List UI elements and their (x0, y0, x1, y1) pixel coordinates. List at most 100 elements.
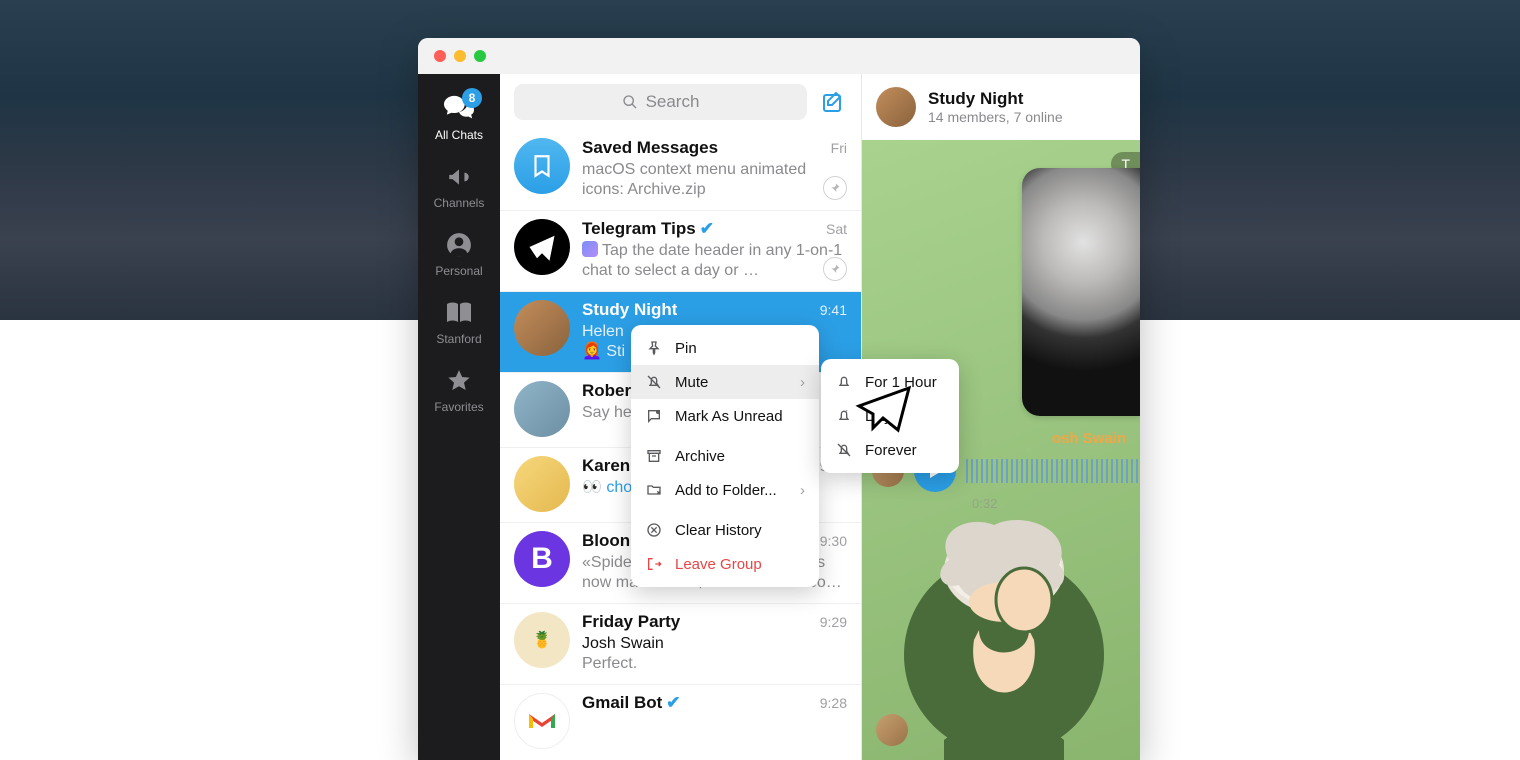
nav-label: Stanford (436, 332, 481, 346)
chat-title: Gmail Bot ✔︎ (582, 693, 681, 713)
pin-icon (645, 339, 663, 357)
sticker-message[interactable] (874, 510, 1124, 760)
gmail-icon (527, 710, 557, 732)
book-icon (444, 298, 474, 328)
chat-friday-party[interactable]: 🍍 Friday Party 9:29 Josh SwainPerfect. (500, 603, 861, 684)
bell-icon (835, 373, 853, 391)
menu-leave-group[interactable]: Leave Group (631, 547, 819, 581)
avatar: B (514, 531, 570, 587)
chat-unread-icon (645, 407, 663, 425)
chat-title: Study Night (582, 300, 677, 320)
nav-label: Favorites (434, 400, 483, 414)
nav-label: Channels (434, 196, 485, 210)
chat-title: Karen (582, 456, 630, 476)
avatar (514, 693, 570, 749)
menu-pin[interactable]: Pin (631, 331, 819, 365)
search-icon (622, 94, 638, 110)
menu-clear-history[interactable]: Clear History (631, 513, 819, 547)
avatar (514, 381, 570, 437)
compose-icon (821, 90, 845, 114)
clear-icon (645, 521, 663, 539)
megaphone-icon (444, 162, 474, 192)
sender-name: osh Swain (1052, 430, 1126, 447)
menu-label: Add to Folder... (675, 482, 777, 499)
chevron-right-icon: › (800, 482, 805, 499)
chat-time: 9:41 (820, 302, 847, 318)
avatar (876, 87, 916, 127)
avatar (876, 714, 908, 746)
nav-label: Personal (435, 264, 482, 278)
pinned-icon (823, 257, 847, 281)
window-minimize-button[interactable] (454, 50, 466, 62)
avatar (514, 300, 570, 356)
avatar (514, 138, 570, 194)
menu-archive[interactable]: Archive (631, 439, 819, 473)
conversation-title: Study Night (928, 89, 1063, 109)
avatar (514, 456, 570, 512)
menu-add-folder[interactable]: Add to Folder... › (631, 473, 819, 507)
folder-sidebar: 8 All Chats Channels Personal Stanford (418, 74, 500, 760)
nav-channels[interactable]: Channels (418, 152, 500, 220)
chevron-right-icon: › (800, 374, 805, 391)
menu-label: Mute (675, 374, 708, 391)
conversation-header[interactable]: Study Night 14 members, 7 online (862, 74, 1140, 140)
chat-title: Bloon (582, 531, 630, 551)
svg-text:z: z (845, 409, 848, 414)
chat-title: Saved Messages (582, 138, 718, 158)
folder-add-icon (645, 481, 663, 499)
verified-icon: ✔︎ (666, 693, 680, 713)
compose-button[interactable] (819, 88, 847, 116)
chat-time: 9:28 (820, 695, 847, 711)
star-icon (444, 366, 474, 396)
context-menu: Pin Mute › Mark As Unread Archive Add to… (631, 325, 819, 587)
search-input[interactable]: Search (514, 84, 807, 120)
nav-all-chats[interactable]: 8 All Chats (418, 84, 500, 152)
menu-label: Pin (675, 340, 697, 357)
avatar: 🍍 (514, 612, 570, 668)
chat-telegram-tips[interactable]: Telegram Tips ✔︎ Sat Tap the date header… (500, 210, 861, 291)
chat-saved-messages[interactable]: Saved MessagesFri macOS context menu ani… (500, 130, 861, 210)
waveform (966, 459, 1140, 483)
nav-label: All Chats (435, 128, 483, 142)
chat-preview: Josh SwainPerfect. (582, 634, 847, 674)
window-close-button[interactable] (434, 50, 446, 62)
chat-preview: Tap the date header in any 1-on-1 chat t… (582, 241, 847, 281)
chat-gmail-bot[interactable]: Gmail Bot ✔︎ 9:28 (500, 684, 861, 759)
bookmark-icon (529, 153, 555, 179)
unread-badge: 8 (462, 88, 482, 108)
avatar (514, 219, 570, 275)
chat-title: Telegram Tips ✔︎ (582, 219, 714, 239)
image-message[interactable] (1022, 168, 1140, 416)
conversation-subtitle: 14 members, 7 online (928, 109, 1063, 125)
leave-icon (645, 555, 663, 573)
nav-favorites[interactable]: Favorites (418, 356, 500, 424)
nav-personal[interactable]: Personal (418, 220, 500, 288)
search-bar: Search (500, 74, 861, 130)
bell-snooze-icon: z (835, 407, 853, 425)
menu-label: Clear History (675, 522, 762, 539)
chat-time: 9:29 (820, 614, 847, 630)
archive-icon (645, 447, 663, 465)
menu-label: Mark As Unread (675, 408, 783, 425)
chat-title: Friday Party (582, 612, 680, 632)
chat-preview: macOS context menu animated icons: Archi… (582, 160, 847, 200)
pinned-icon (823, 176, 847, 200)
cursor-icon (855, 384, 913, 434)
chat-time: 9:30 (820, 533, 847, 549)
voice-duration: 0:32 (972, 496, 997, 511)
paper-plane-icon (527, 232, 557, 262)
chat-title: Rober (582, 381, 631, 401)
nav-stanford[interactable]: Stanford (418, 288, 500, 356)
menu-mark-unread[interactable]: Mark As Unread (631, 399, 819, 433)
titlebar (418, 38, 1140, 74)
verified-icon: ✔︎ (700, 219, 714, 239)
person-icon (444, 230, 474, 260)
window-maximize-button[interactable] (474, 50, 486, 62)
bell-off-icon (835, 441, 853, 459)
submenu-forever[interactable]: Forever (821, 433, 959, 467)
menu-mute[interactable]: Mute › (631, 365, 819, 399)
search-placeholder: Search (646, 92, 700, 112)
bell-off-icon (645, 373, 663, 391)
menu-label: Forever (865, 442, 917, 459)
menu-label: Leave Group (675, 556, 762, 573)
